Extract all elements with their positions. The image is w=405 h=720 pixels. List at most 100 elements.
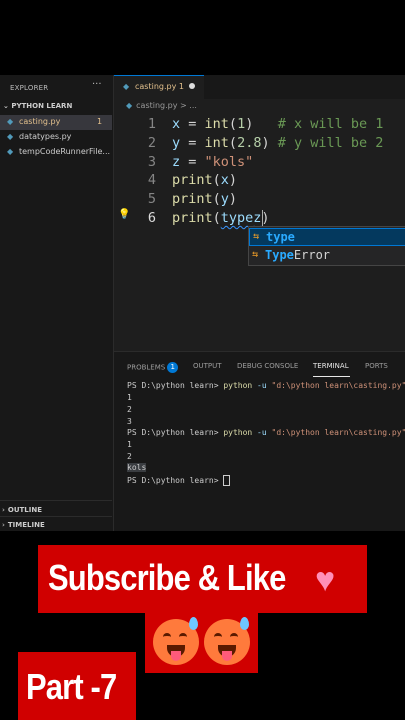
autocomplete-widget: ⇆ type ⇆ TypeError xyxy=(248,226,405,266)
terminal-cursor xyxy=(223,475,231,486)
line-number: 4 xyxy=(147,172,156,188)
breadcrumb[interactable]: ◆ casting.py > ... xyxy=(126,101,197,110)
terminal-flag: -u xyxy=(252,428,272,437)
hot-face-icon xyxy=(204,617,250,665)
pink-heart-icon: ♥ xyxy=(315,561,336,599)
emoji-banner xyxy=(145,613,258,673)
code-token: ) xyxy=(261,135,270,151)
lightbulb-icon[interactable]: 💡 xyxy=(118,209,130,220)
code-token: print xyxy=(172,191,213,207)
terminal-path: "d:\python learn\casting.py" xyxy=(271,428,405,437)
file-casting[interactable]: ◆ casting.py 1 xyxy=(0,115,112,130)
code-line-3[interactable]: z = "kols" xyxy=(172,154,253,170)
terminal-prompt: PS D:\python learn> xyxy=(127,476,224,485)
code-token: ( xyxy=(228,135,238,151)
file-tempcoderunner[interactable]: ◆ tempCodeRunnerFile... xyxy=(0,145,112,160)
code-token: ) xyxy=(228,172,238,188)
code-token: 2.8 xyxy=(237,135,262,151)
suggestion-typeerror[interactable]: ⇆ TypeError xyxy=(249,247,405,265)
terminal-output: 2 xyxy=(127,452,132,461)
code-line-5[interactable]: print(y) xyxy=(172,191,237,207)
code-line-4[interactable]: print(x) xyxy=(172,172,237,188)
python-file-icon: ◆ xyxy=(7,147,14,156)
code-comment: # x will be 1 xyxy=(277,116,384,132)
code-token: = xyxy=(180,154,205,170)
terminal-output: 2 xyxy=(127,405,132,414)
chevron-right-icon: › xyxy=(2,521,5,529)
explorer-title: EXPLORER xyxy=(10,84,49,92)
suggestion-match: Type xyxy=(265,248,294,262)
line-number: 6 xyxy=(147,210,156,226)
code-line-6[interactable]: print(typez) xyxy=(172,210,270,226)
code-token: int xyxy=(204,135,229,151)
suggestion-rest: Error xyxy=(293,248,331,262)
terminal-flag: -u xyxy=(252,381,272,390)
code-token: ( xyxy=(212,172,221,188)
terminal-command: python xyxy=(223,428,253,437)
unsaved-dot-icon[interactable] xyxy=(189,83,195,89)
active-tab-indicator xyxy=(313,376,350,377)
code-token: ) xyxy=(228,191,238,207)
code-token: int xyxy=(204,116,229,132)
code-token: = xyxy=(180,116,205,132)
file-name: tempCodeRunnerFile... xyxy=(19,147,111,156)
timeline-label: TIMELINE xyxy=(7,521,45,529)
tab-debug-console[interactable]: DEBUG CONSOLE xyxy=(237,362,298,370)
python-file-icon: ◆ xyxy=(126,101,133,110)
code-token: ( xyxy=(228,116,238,132)
folder-name: PYTHON LEARN xyxy=(11,102,73,110)
tab-problems[interactable]: PROBLEMS 1 xyxy=(127,362,179,373)
python-file-icon: ◆ xyxy=(7,117,14,126)
folder-python-learn[interactable]: ⌄ PYTHON LEARN xyxy=(3,102,72,110)
terminal-line: PS D:\python learn> python -u "d:\python… xyxy=(127,428,405,437)
more-actions-icon[interactable]: ··· xyxy=(92,79,102,90)
tab-label: PROBLEMS xyxy=(127,363,166,372)
class-icon: ⇆ xyxy=(253,231,260,242)
breadcrumb-text: casting.py > ... xyxy=(136,101,197,110)
divider xyxy=(0,500,112,501)
code-token: ( xyxy=(212,191,221,207)
timeline-section[interactable]: › TIMELINE xyxy=(2,521,45,529)
code-token: x xyxy=(220,172,229,188)
tab-terminal[interactable]: TERMINAL xyxy=(313,362,349,370)
vscode-window: EXPLORER ··· ⌄ PYTHON LEARN ◆ casting.py… xyxy=(0,75,405,531)
code-line-2[interactable]: y = int(2.8) # y will be 2 xyxy=(172,135,383,151)
outline-section[interactable]: › OUTLINE xyxy=(2,506,42,514)
terminal-output: 3 xyxy=(127,417,132,426)
terminal-input-line[interactable]: PS D:\python learn> xyxy=(127,475,231,486)
terminal-line: PS D:\python learn> python -u "d:\python… xyxy=(127,381,405,390)
file-name: casting.py xyxy=(19,117,61,126)
part-banner: Part -7 xyxy=(18,652,136,720)
suggestion-match: type xyxy=(266,230,295,244)
code-line-1[interactable]: x = int(1) # x will be 1 xyxy=(172,116,383,132)
suggestion-label: TypeError xyxy=(265,248,330,262)
line-number: 2 xyxy=(147,135,156,151)
python-file-icon: ◆ xyxy=(123,82,130,91)
code-token: ( xyxy=(212,210,221,226)
suggestion-label: type xyxy=(266,230,295,244)
bottom-panel: PROBLEMS 1 OUTPUT DEBUG CONSOLE TERMINAL … xyxy=(114,351,405,531)
outline-label: OUTLINE xyxy=(7,506,43,514)
subscribe-text: Subscribe & Like xyxy=(48,557,286,598)
suggestion-type[interactable]: ⇆ type xyxy=(249,228,405,246)
code-token: y xyxy=(220,191,229,207)
code-token: x xyxy=(172,116,181,132)
problem-count: 1 xyxy=(97,117,103,126)
code-comment: # y will be 2 xyxy=(277,135,384,151)
file-datatypes[interactable]: ◆ datatypes.py xyxy=(0,130,112,145)
divider xyxy=(0,516,112,517)
tab-ports[interactable]: PORTS xyxy=(365,362,388,370)
tab-casting[interactable]: ◆ casting.py 1 xyxy=(114,75,204,99)
editor-tab-bar: ◆ casting.py 1 xyxy=(114,75,405,99)
terminal-output: 1 xyxy=(127,393,132,402)
problems-badge: 1 xyxy=(167,362,179,373)
selected-output: kols xyxy=(127,463,147,472)
hot-face-icon xyxy=(153,617,199,665)
terminal-prompt: PS D:\python learn> xyxy=(127,381,224,390)
subscribe-banner: Subscribe & Like ♥ xyxy=(38,545,367,613)
explorer-sidebar: EXPLORER ··· ⌄ PYTHON LEARN ◆ casting.py… xyxy=(0,75,114,531)
tab-output[interactable]: OUTPUT xyxy=(193,362,222,370)
terminal-prompt: PS D:\python learn> xyxy=(127,428,224,437)
